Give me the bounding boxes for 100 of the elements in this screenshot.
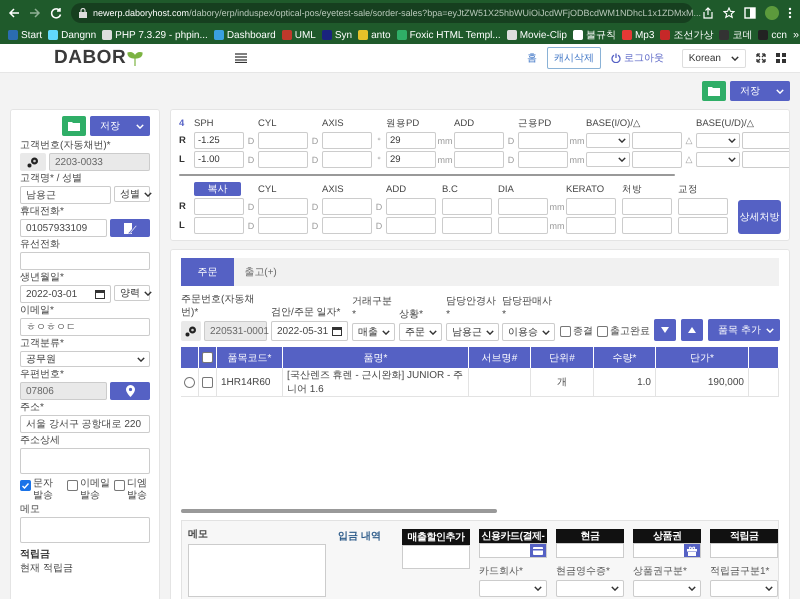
select-field[interactable] — [696, 133, 740, 148]
text-field[interactable] — [322, 217, 372, 234]
language-select[interactable]: Korean — [682, 48, 746, 68]
checkbox[interactable] — [202, 352, 213, 363]
select-field[interactable]: 양력 — [114, 285, 150, 301]
text-field[interactable] — [742, 132, 789, 149]
date-field[interactable]: 2022-03-01 — [20, 285, 111, 303]
bookmark-link[interactable]: Mp3 — [634, 30, 654, 40]
checkbox[interactable] — [560, 326, 572, 337]
text-field[interactable] — [258, 217, 308, 234]
text-field[interactable] — [632, 132, 682, 149]
bookmark-link[interactable]: anto — [371, 30, 391, 40]
select-field[interactable] — [710, 580, 778, 597]
text-field[interactable]: 서울 강서구 공항대로 220 — [20, 415, 150, 433]
text-field[interactable] — [258, 198, 308, 215]
bookmark-link[interactable]: Dashboard — [226, 30, 276, 40]
bookmark-link[interactable]: UML — [294, 30, 316, 40]
memo-field[interactable] — [188, 544, 326, 597]
text-field[interactable] — [622, 217, 672, 234]
open-button[interactable] — [702, 81, 726, 101]
select-field[interactable] — [586, 152, 630, 167]
move-up-button[interactable] — [681, 319, 704, 341]
checkbox[interactable] — [114, 480, 125, 491]
text-field[interactable] — [442, 217, 492, 234]
row-radio[interactable] — [184, 376, 195, 388]
text-field[interactable] — [20, 252, 150, 270]
text-field[interactable] — [454, 151, 504, 168]
text-field[interactable]: -1.25 — [194, 132, 244, 149]
select-field[interactable] — [556, 580, 624, 597]
bookmark-link[interactable]: 불규칙 — [586, 28, 616, 42]
bookmark-link[interactable]: Movie-Clip — [520, 30, 567, 40]
select-field[interactable] — [696, 152, 740, 167]
detail-prescription-button[interactable]: 상세처방 — [738, 200, 781, 234]
bookmark-link[interactable]: Start — [21, 30, 42, 40]
text-field[interactable] — [678, 217, 728, 234]
save-button[interactable]: 저장 — [730, 81, 790, 101]
scrollbar[interactable] — [179, 174, 675, 176]
text-field[interactable] — [518, 151, 568, 168]
text-field[interactable] — [566, 198, 616, 215]
text-field[interactable] — [258, 132, 308, 149]
text-field[interactable] — [322, 198, 372, 215]
text-field[interactable] — [442, 198, 492, 215]
text-field[interactable] — [566, 217, 616, 234]
date-field[interactable]: 2022-05-31 — [271, 321, 348, 341]
text-field[interactable] — [386, 198, 436, 215]
text-area[interactable] — [20, 448, 150, 474]
amount-field[interactable] — [402, 545, 470, 569]
amount-field[interactable] — [710, 543, 778, 558]
tab[interactable]: 출고(+) — [234, 258, 287, 286]
checkbox[interactable] — [20, 480, 31, 491]
text-field[interactable] — [678, 198, 728, 215]
text-field[interactable] — [258, 151, 308, 168]
save-button[interactable]: 저장 — [90, 116, 150, 136]
bookmark-link[interactable]: 코데 — [732, 28, 752, 42]
text-field[interactable]: 29 — [386, 132, 436, 149]
select-field[interactable]: 공무원 — [20, 351, 150, 367]
bookmark-link[interactable]: PHP 7.3.29 - phpin... — [115, 30, 208, 40]
more-bookmarks[interactable]: » — [792, 29, 800, 41]
text-field[interactable] — [194, 217, 244, 234]
checkbox[interactable] — [67, 480, 78, 491]
select-field[interactable]: 매출 — [352, 323, 396, 341]
select-field[interactable]: 이용승 — [502, 323, 556, 341]
text-field[interactable] — [632, 151, 682, 168]
checkbox[interactable] — [597, 326, 608, 337]
text-field[interactable] — [322, 132, 372, 149]
bookmark-link[interactable]: Foxic HTML Templ... — [410, 30, 501, 40]
select-field[interactable]: 성별 — [114, 186, 150, 202]
text-field[interactable] — [742, 151, 789, 168]
text-field[interactable] — [194, 198, 244, 215]
add-item-button[interactable]: 품목 추가 — [708, 319, 780, 341]
select-field[interactable]: 남용근 — [446, 323, 500, 341]
open-button[interactable] — [62, 116, 86, 136]
bookmark-link[interactable]: Dangnn — [61, 30, 96, 40]
bookmark-link[interactable]: 조선가상 — [673, 28, 714, 42]
select-field[interactable]: 주문 — [399, 323, 442, 341]
text-field[interactable] — [386, 217, 436, 234]
copy-button[interactable]: 복사 — [194, 182, 241, 196]
text-field[interactable] — [498, 198, 548, 215]
text-field[interactable] — [454, 132, 504, 149]
bookmark-link[interactable]: Syn — [334, 30, 352, 40]
tab[interactable]: 주문 — [181, 258, 234, 286]
select-field[interactable] — [479, 580, 547, 597]
amount-field[interactable] — [556, 543, 624, 558]
bookmark-link[interactable]: ccn — [771, 30, 787, 40]
memo-field[interactable] — [20, 517, 150, 543]
profile-avatar[interactable] — [765, 6, 779, 20]
text-field[interactable] — [518, 132, 568, 149]
select-field[interactable] — [633, 580, 701, 597]
text-field[interactable]: ㅎㅇㅎㅇㄷ — [20, 318, 150, 336]
text-field[interactable]: 01057933109 — [20, 219, 107, 237]
logout-link[interactable]: 로그아웃 — [610, 51, 664, 65]
scrollbar[interactable] — [181, 509, 497, 513]
text-field[interactable] — [498, 217, 548, 234]
edit-button[interactable] — [110, 219, 150, 237]
home-link[interactable]: 홈 — [526, 51, 537, 65]
cache-clear-button[interactable]: 캐시삭제 — [546, 47, 601, 69]
amount-field[interactable] — [479, 543, 547, 558]
move-down-button[interactable] — [654, 319, 676, 341]
text-field[interactable]: 남용근 — [20, 186, 111, 204]
select-field[interactable] — [586, 133, 630, 148]
